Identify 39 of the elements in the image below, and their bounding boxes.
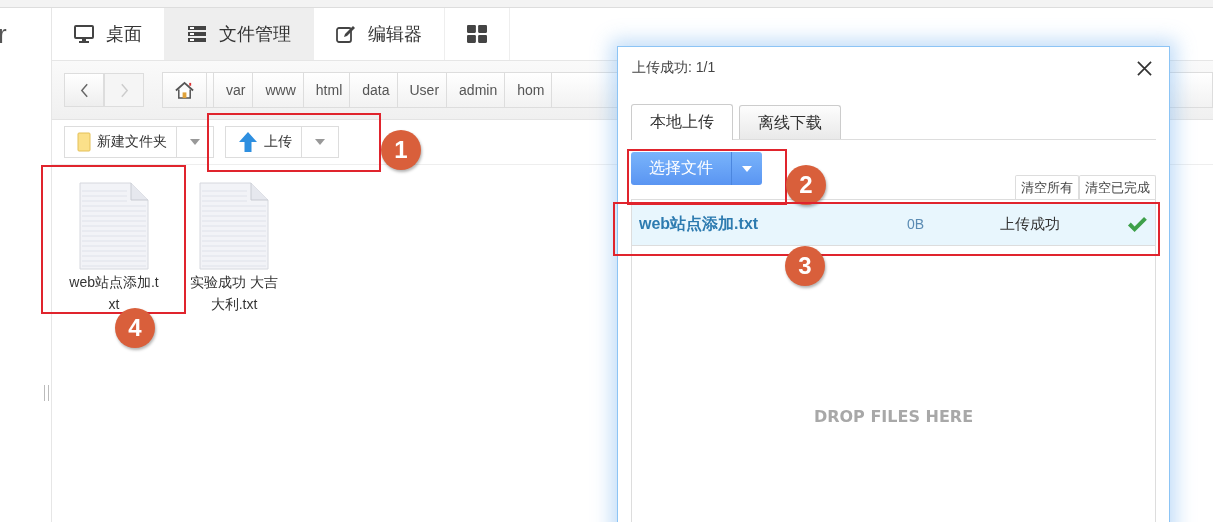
breadcrumb-item[interactable]: html bbox=[303, 73, 351, 107]
home-icon bbox=[174, 80, 195, 100]
grid-icon bbox=[467, 25, 487, 43]
upload-status: 上传成功 bbox=[1000, 214, 1062, 234]
arrow-up-icon bbox=[238, 131, 258, 153]
dialog-tab[interactable]: 离线下载 bbox=[739, 105, 841, 139]
caret-icon bbox=[190, 139, 200, 145]
step-number: 4 bbox=[115, 308, 155, 348]
nav-tab[interactable]: 编辑器 bbox=[314, 8, 445, 60]
upload-file-name: web站点添加.txt bbox=[639, 213, 760, 234]
breadcrumb-item[interactable]: User bbox=[397, 73, 448, 107]
nav-tab[interactable]: 文件管理 bbox=[165, 8, 314, 60]
resize-handle[interactable] bbox=[44, 385, 49, 401]
file-size: 0B bbox=[906, 216, 925, 232]
caret-icon bbox=[742, 165, 752, 172]
folder-icon bbox=[77, 132, 91, 152]
close-icon[interactable] bbox=[1137, 60, 1152, 76]
upload-row[interactable]: web站点添加.txt 0B 上传成功 bbox=[632, 203, 1155, 246]
server-icon bbox=[187, 25, 207, 43]
clear-button[interactable]: 清空所有 bbox=[1015, 175, 1079, 199]
dialog-tab[interactable]: 本地上传 bbox=[631, 104, 733, 140]
check-icon bbox=[1127, 215, 1148, 233]
dialog-title: 上传成功: 1/1 bbox=[632, 59, 716, 77]
drop-hint: DROP FILES HERE bbox=[812, 407, 975, 426]
clear-button[interactable]: 清空已完成 bbox=[1079, 175, 1156, 199]
breadcrumb-item[interactable]: admin bbox=[447, 73, 506, 107]
chevron-left-icon bbox=[79, 82, 89, 98]
monitor-icon bbox=[74, 25, 94, 43]
breadcrumb-item[interactable]: var bbox=[214, 73, 254, 107]
back-button[interactable] bbox=[64, 73, 104, 107]
edit-icon bbox=[336, 25, 356, 43]
breadcrumb-item[interactable]: data bbox=[350, 73, 398, 107]
chevron-right-icon bbox=[119, 82, 129, 98]
breadcrumb-item[interactable]: hom bbox=[505, 73, 553, 107]
caret-icon bbox=[315, 139, 325, 145]
sidebar-label: r bbox=[0, 18, 8, 51]
file-name: 实验成功 大吉大利.txt bbox=[189, 273, 279, 314]
step-number: 1 bbox=[381, 130, 421, 170]
breadcrumb-item[interactable]: www bbox=[253, 73, 304, 107]
